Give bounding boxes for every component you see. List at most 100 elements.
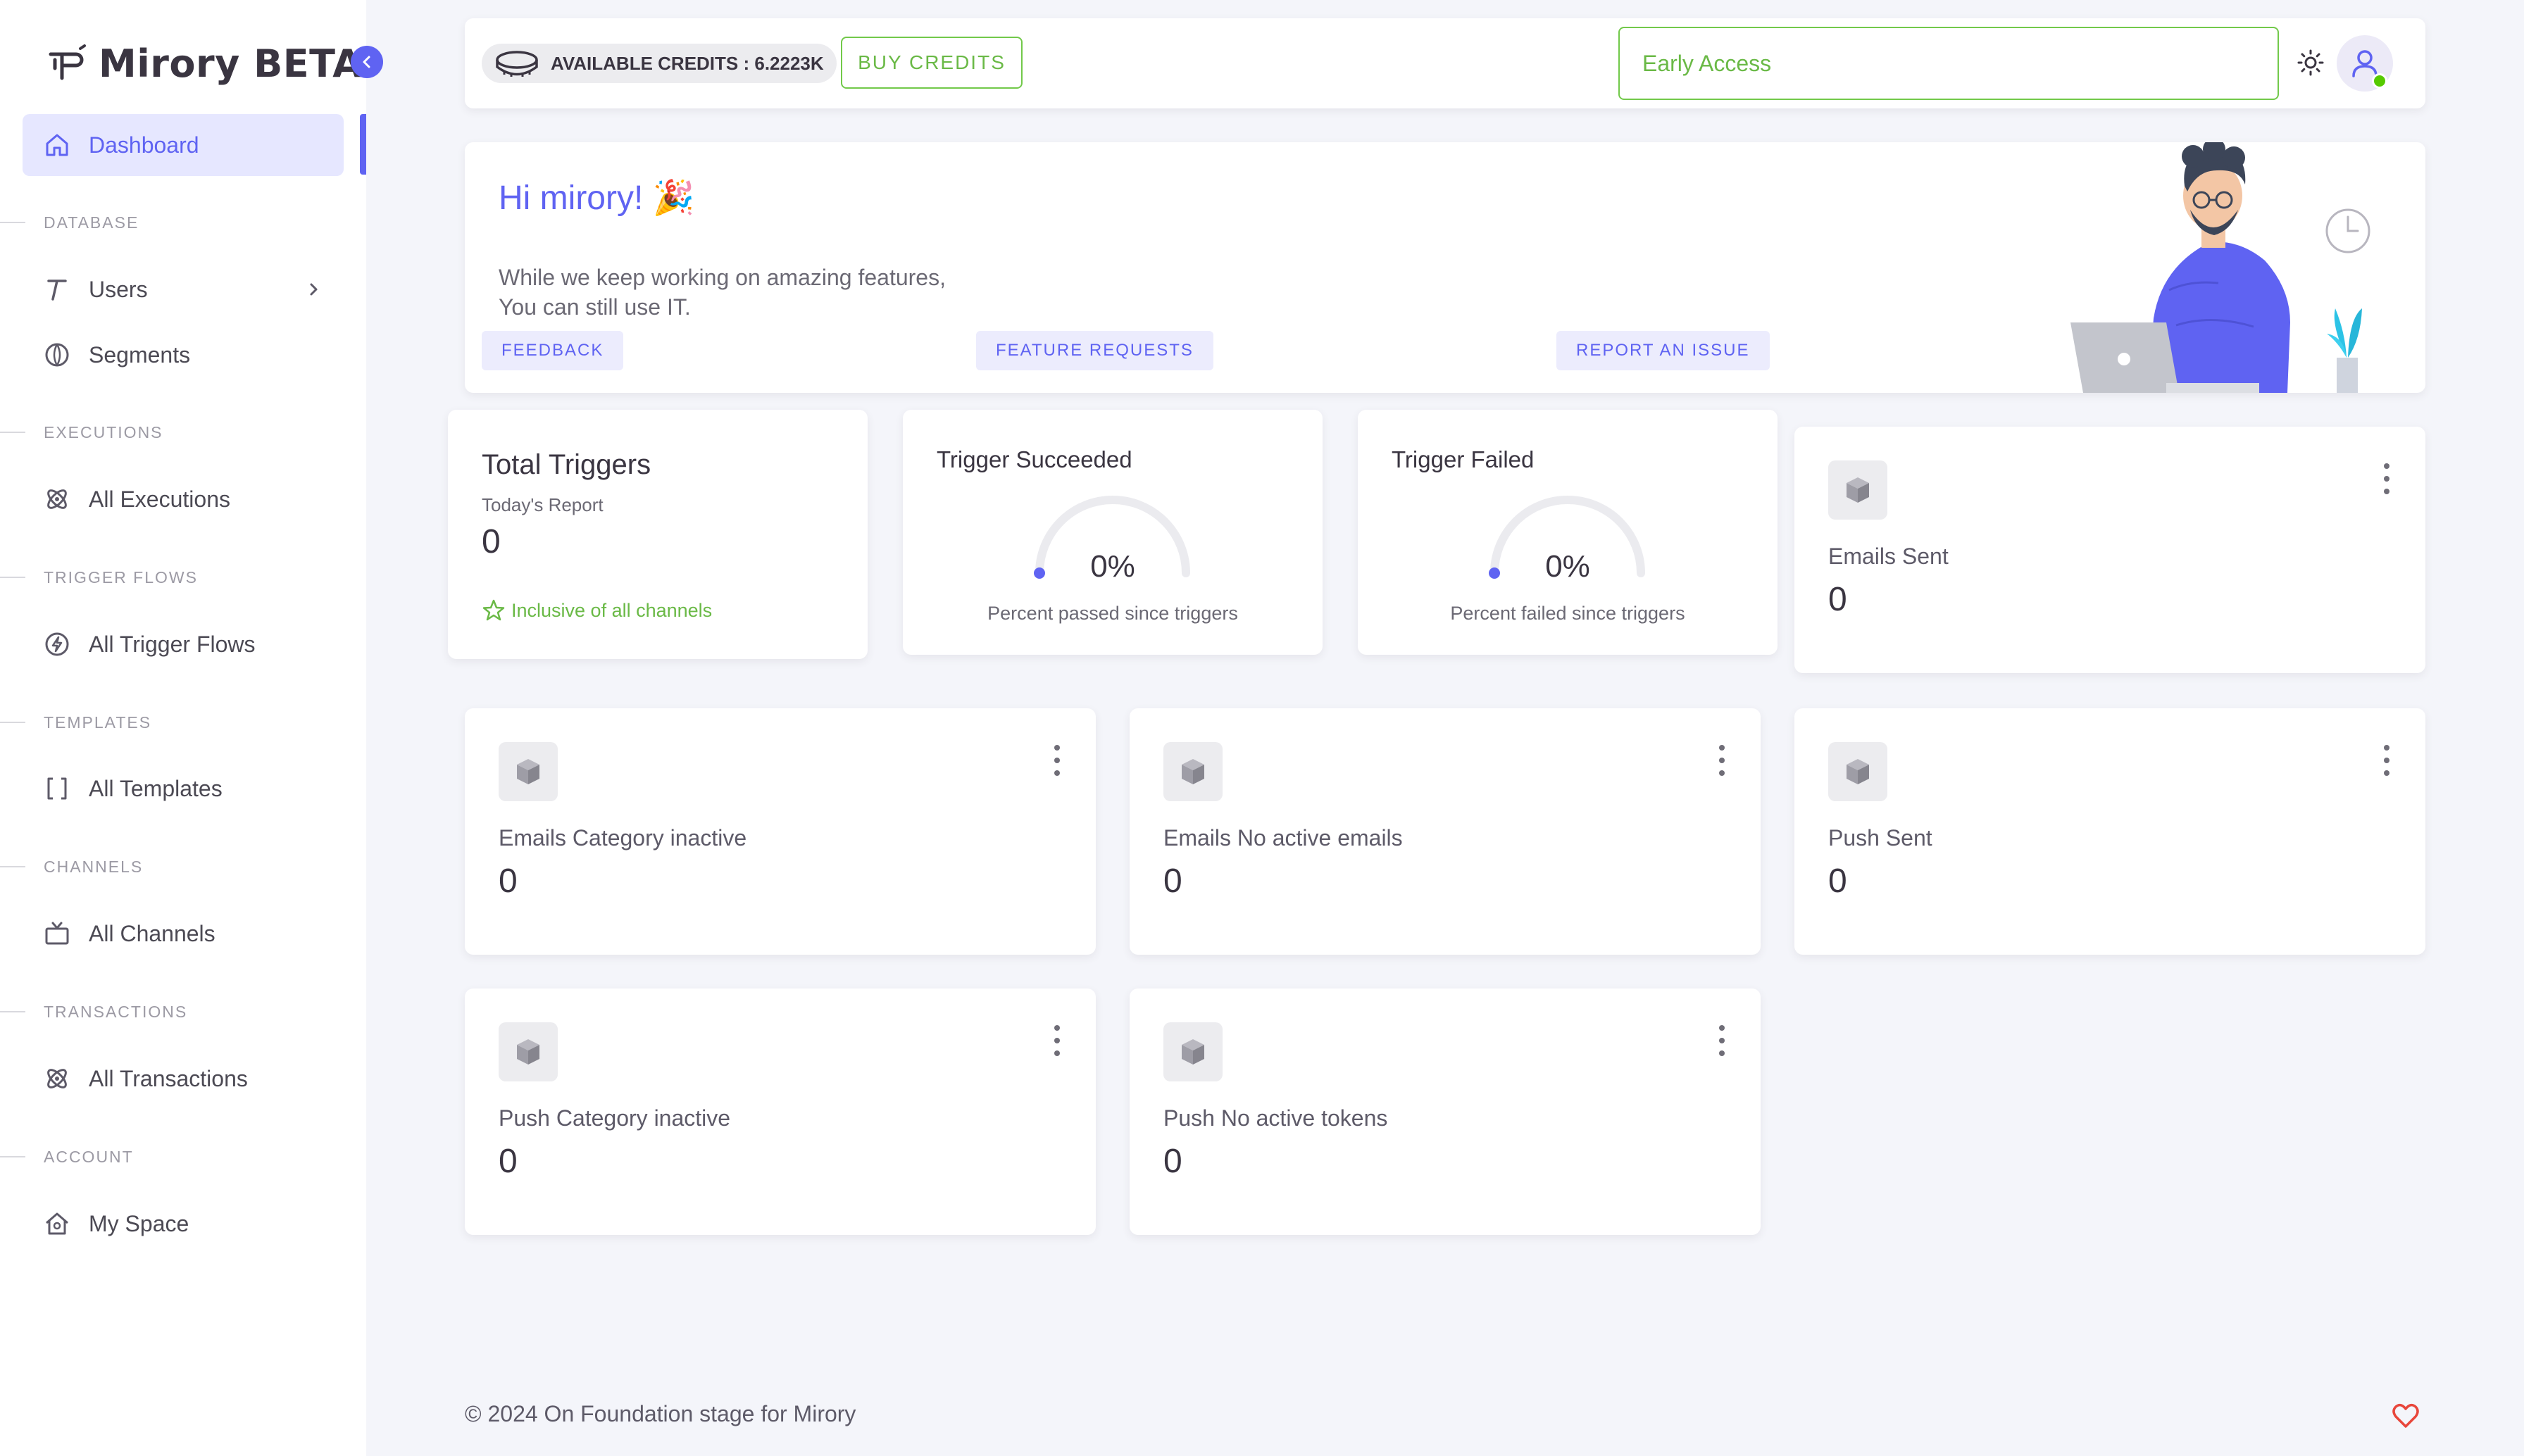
welcome-line-1: While we keep working on amazing feature… xyxy=(499,265,946,290)
push-category-inactive-value: 0 xyxy=(499,1143,518,1180)
sidebar-item-segments[interactable]: Segments xyxy=(23,324,344,386)
welcome-card: Hi mirory! 🎉 While we keep working on am… xyxy=(465,142,2425,393)
sidebar-item-label: My Space xyxy=(89,1210,189,1236)
section-account: ACCOUNT xyxy=(0,1146,134,1167)
home-icon xyxy=(42,130,72,160)
more-options-icon[interactable] xyxy=(1052,1025,1062,1056)
emails-no-active-value: 0 xyxy=(1163,862,1182,900)
bolt-circle-icon xyxy=(42,629,72,659)
trigger-failed-card: Trigger Failed 0% Percent failed since t… xyxy=(1358,410,1778,655)
developer-illustration xyxy=(2070,142,2370,393)
push-category-inactive-card: Push Category inactive 0 xyxy=(465,989,1096,1235)
sidebar-item-all-templates[interactable]: All Templates xyxy=(23,758,344,820)
welcome-line-2: You can still use IT. xyxy=(499,294,691,320)
sidebar: Mirory BETA Dashboard DATABASE Users Seg… xyxy=(0,0,383,1456)
push-sent-card: Push Sent 0 xyxy=(1794,708,2425,955)
footer-copyright: © 2024 On Foundation stage for Mirory xyxy=(465,1401,856,1426)
atom-icon xyxy=(42,1064,72,1093)
more-options-icon[interactable] xyxy=(1717,745,1727,776)
trigger-succeeded-percent: 0% xyxy=(1090,549,1135,584)
emails-no-active-card: Emails No active emails 0 xyxy=(1130,708,1761,955)
coin-icon xyxy=(496,51,538,77)
active-indicator xyxy=(360,114,366,175)
section-trigger-flows: TRIGGER FLOWS xyxy=(0,567,198,588)
push-sent-value: 0 xyxy=(1828,862,1847,900)
trigger-failed-caption: Percent failed since triggers xyxy=(1450,603,1685,624)
report-issue-button[interactable]: REPORT AN ISSUE xyxy=(1556,331,1770,370)
trigger-succeeded-title: Trigger Succeeded xyxy=(937,446,1132,472)
emails-sent-label: Emails Sent xyxy=(1828,544,1949,569)
chevron-left-icon xyxy=(363,56,370,68)
trigger-failed-percent: 0% xyxy=(1545,549,1590,584)
brand-title: Mirory BETA xyxy=(99,41,363,86)
trigger-succeeded-card: Trigger Succeeded 0% Percent passed sinc… xyxy=(903,410,1323,655)
sidebar-item-all-channels[interactable]: All Channels xyxy=(23,903,344,965)
globe-icon xyxy=(42,340,72,370)
total-triggers-note: Inclusive of all channels xyxy=(482,598,712,622)
trigger-succeeded-caption: Percent passed since triggers xyxy=(987,603,1238,624)
more-options-icon[interactable] xyxy=(1717,1025,1727,1056)
sidebar-item-all-transactions[interactable]: All Transactions xyxy=(23,1048,344,1110)
emails-category-inactive-label: Emails Category inactive xyxy=(499,825,747,851)
cube-icon xyxy=(1828,460,1887,520)
sidebar-item-dashboard[interactable]: Dashboard xyxy=(23,114,344,176)
heart-icon[interactable] xyxy=(2392,1402,2420,1429)
welcome-greeting: Hi mirory! 🎉 xyxy=(499,180,695,217)
more-options-icon[interactable] xyxy=(1052,745,1062,776)
feedback-button[interactable]: FEEDBACK xyxy=(482,331,624,370)
section-database: DATABASE xyxy=(0,212,139,233)
total-triggers-card: Total Triggers Today's Report 0 Inclusiv… xyxy=(448,410,868,659)
section-transactions: TRANSACTIONS xyxy=(0,1001,187,1022)
total-triggers-subtitle: Today's Report xyxy=(482,494,604,515)
more-options-icon[interactable] xyxy=(2382,463,2392,494)
cube-icon xyxy=(499,1022,558,1081)
sidebar-item-label: All Transactions xyxy=(89,1065,248,1091)
credits-badge: AVAILABLE CREDITS : 6.2223K xyxy=(482,44,837,83)
emails-no-active-label: Emails No active emails xyxy=(1163,825,1403,851)
sidebar-item-my-space[interactable]: My Space xyxy=(23,1193,344,1255)
push-category-inactive-label: Push Category inactive xyxy=(499,1105,731,1131)
section-executions: EXECUTIONS xyxy=(0,422,163,443)
sidebar-item-label: Users xyxy=(89,276,148,302)
sidebar-collapse-button[interactable] xyxy=(351,46,383,78)
push-no-active-tokens-card: Push No active tokens 0 xyxy=(1130,989,1761,1235)
emails-category-inactive-card: Emails Category inactive 0 xyxy=(465,708,1096,955)
emails-category-inactive-value: 0 xyxy=(499,862,518,900)
brand[interactable]: Mirory BETA xyxy=(45,37,363,90)
sidebar-item-label: All Templates xyxy=(89,775,223,801)
sidebar-item-all-executions[interactable]: All Executions xyxy=(23,468,344,530)
total-triggers-value: 0 xyxy=(482,523,501,560)
sun-icon xyxy=(2297,49,2324,76)
sidebar-item-all-trigger-flows[interactable]: All Trigger Flows xyxy=(23,613,344,675)
sidebar-item-label: All Channels xyxy=(89,920,215,946)
cube-icon xyxy=(1163,742,1223,801)
star-icon xyxy=(482,599,505,621)
more-options-icon[interactable] xyxy=(2382,745,2392,776)
push-no-active-tokens-value: 0 xyxy=(1163,1143,1182,1180)
total-triggers-title: Total Triggers xyxy=(482,449,651,480)
trigger-failed-title: Trigger Failed xyxy=(1392,446,1535,472)
emails-sent-card: Emails Sent 0 xyxy=(1794,427,2425,673)
brand-logo-icon xyxy=(49,44,86,80)
credits-text: AVAILABLE CREDITS : 6.2223K xyxy=(551,52,824,74)
buy-credits-button[interactable]: BUY CREDITS xyxy=(841,37,1023,89)
sidebar-item-users[interactable]: Users xyxy=(23,258,344,320)
early-access-field[interactable]: Early Access xyxy=(1618,27,2279,100)
sidebar-item-label: Segments xyxy=(89,341,191,368)
sidebar-item-label: All Executions xyxy=(89,486,230,512)
top-bar: AVAILABLE CREDITS : 6.2223K BUY CREDITS … xyxy=(465,18,2425,108)
brackets-icon xyxy=(42,774,72,803)
house-icon xyxy=(42,1209,72,1238)
push-no-active-tokens-label: Push No active tokens xyxy=(1163,1105,1388,1131)
section-channels: CHANNELS xyxy=(0,856,143,877)
feature-requests-button[interactable]: FEATURE REQUESTS xyxy=(976,331,1213,370)
section-templates: TEMPLATES xyxy=(0,712,151,733)
cube-icon xyxy=(1163,1022,1223,1081)
cube-icon xyxy=(1828,742,1887,801)
cube-icon xyxy=(499,742,558,801)
atom-icon xyxy=(42,484,72,514)
push-sent-label: Push Sent xyxy=(1828,825,1932,851)
emails-sent-value: 0 xyxy=(1828,581,1847,618)
chevron-right-icon xyxy=(310,283,318,296)
theme-toggle-button[interactable] xyxy=(2294,46,2327,79)
